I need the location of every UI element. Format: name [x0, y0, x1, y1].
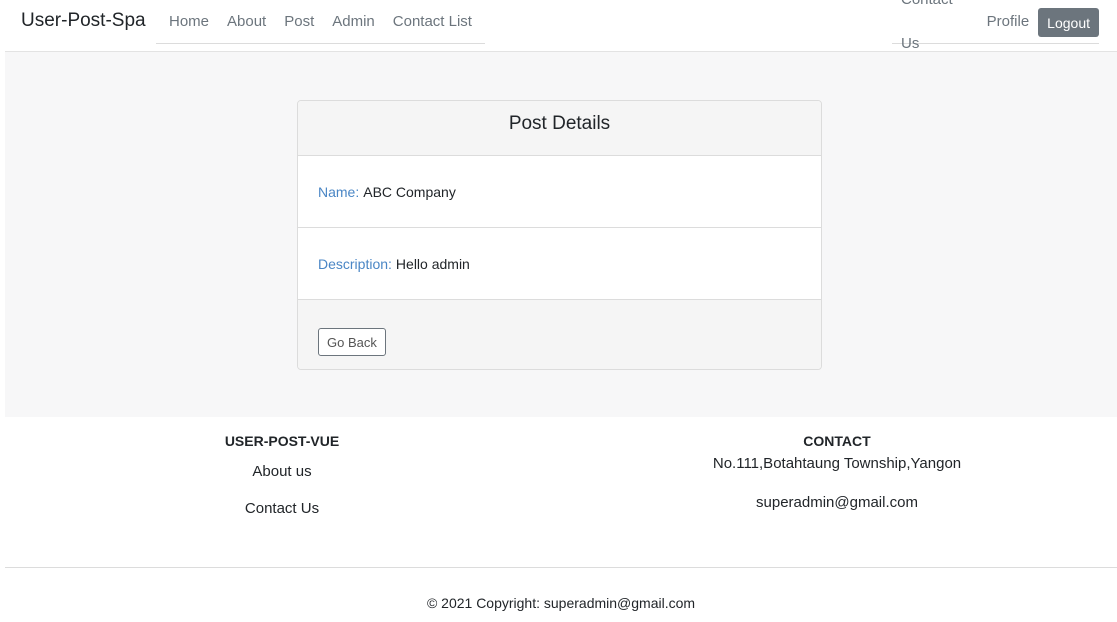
logout-button[interactable]: Logout: [1038, 8, 1099, 37]
footer-brand-heading: USER-POST-VUE: [224, 433, 340, 449]
main-content: Post Details Name: ABC Company Descripti…: [5, 52, 1117, 417]
footer-contact-link[interactable]: Contact Us: [182, 500, 382, 517]
footer-brand-column: USER-POST-VUE About us Contact Us: [182, 433, 382, 517]
nav-profile-link[interactable]: Profile: [978, 0, 1039, 44]
footer: USER-POST-VUE About us Contact Us CONTAC…: [5, 417, 1117, 622]
nav-contact-list-link[interactable]: Contact List: [384, 0, 481, 44]
post-details-card: Post Details Name: ABC Company Descripti…: [297, 100, 822, 370]
nav-about-link[interactable]: About: [218, 0, 275, 44]
nav-post-link[interactable]: Post: [275, 0, 323, 44]
go-back-button[interactable]: Go Back: [318, 328, 386, 356]
navbar: User-Post-Spa Home About Post Admin Cont…: [5, 0, 1117, 52]
description-value: Hello admin: [395, 255, 470, 272]
user-nav: Contact Us Profile Logout: [892, 0, 1099, 52]
card-title: Post Details: [298, 101, 821, 156]
footer-contact-heading: CONTACT: [803, 433, 871, 449]
footer-contact-column: CONTACT No.111,Botahtaung Township,Yango…: [637, 433, 1037, 511]
nav-admin-link[interactable]: Admin: [323, 0, 384, 44]
nav-home-link[interactable]: Home: [160, 0, 218, 44]
description-label: Description:: [318, 255, 392, 272]
description-row: Description: Hello admin: [298, 228, 821, 300]
main-nav: Home About Post Admin Contact List: [156, 0, 485, 44]
name-value: ABC Company: [363, 183, 456, 200]
footer-email: superadmin@gmail.com: [756, 494, 918, 511]
brand-logo[interactable]: User-Post-Spa: [21, 10, 146, 32]
name-label: Name:: [318, 183, 360, 200]
footer-about-link[interactable]: About us: [182, 463, 382, 480]
footer-address: No.111,Botahtaung Township,Yangon: [712, 455, 962, 472]
name-row: Name: ABC Company: [298, 156, 821, 228]
copyright-text: © 2021 Copyright: superadmin@gmail.com: [426, 595, 696, 611]
card-footer: Go Back: [298, 300, 821, 369]
footer-divider: [5, 567, 1117, 568]
